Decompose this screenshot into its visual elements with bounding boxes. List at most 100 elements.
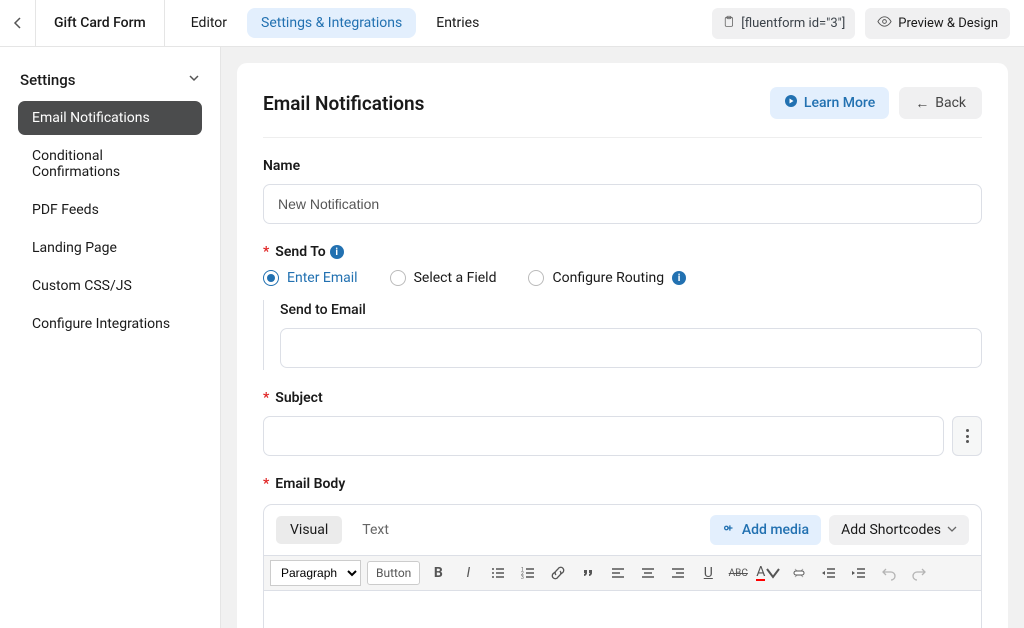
send-to-label: * Send To i	[263, 244, 982, 260]
bold-icon[interactable]: B	[426, 561, 450, 585]
editor-tabs-row: Visual Text Add media Add Shortcodes	[264, 505, 981, 555]
learn-more-button[interactable]: Learn More	[770, 87, 889, 119]
radio-label: Enter Email	[287, 270, 358, 286]
redo-icon[interactable]	[907, 561, 931, 585]
preview-button[interactable]: Preview & Design	[865, 8, 1010, 39]
field-email-body: * Email Body Visual Text Add media	[263, 476, 982, 628]
link-icon[interactable]	[546, 561, 570, 585]
editor-tab-visual[interactable]: Visual	[276, 516, 342, 544]
radio-select-field[interactable]: Select a Field	[390, 270, 497, 286]
sidebar-item-custom-css[interactable]: Custom CSS/JS	[18, 269, 202, 303]
name-label: Name	[263, 158, 982, 174]
italic-icon[interactable]: I	[456, 561, 480, 585]
add-media-label: Add media	[742, 522, 809, 538]
shortcode-btn[interactable]: [fluentform id="3"]	[712, 8, 855, 39]
name-input[interactable]	[263, 184, 982, 224]
eye-icon	[877, 14, 892, 33]
preview-label: Preview & Design	[898, 16, 998, 31]
header-actions: [fluentform id="3"] Preview & Design	[712, 8, 1010, 39]
field-send-to: * Send To i Enter Email Select a Field	[263, 244, 982, 370]
underline-icon[interactable]: U	[696, 561, 720, 585]
field-subject: * Subject	[263, 390, 982, 456]
editor-content-area[interactable]	[264, 591, 981, 628]
form-title: Gift Card Form	[36, 0, 165, 46]
radio-label: Select a Field	[414, 270, 497, 286]
back-button[interactable]: ← Back	[899, 87, 982, 119]
sidebar-item-configure-integrations[interactable]: Configure Integrations	[18, 307, 202, 341]
undo-icon[interactable]	[877, 561, 901, 585]
svg-text:3: 3	[521, 575, 524, 581]
learn-more-label: Learn More	[804, 95, 875, 111]
send-to-email-input[interactable]	[280, 328, 982, 368]
add-media-button[interactable]: Add media	[710, 515, 821, 545]
subject-label: * Subject	[263, 390, 982, 406]
add-shortcodes-button[interactable]: Add Shortcodes	[829, 515, 969, 545]
header-tabs: Editor Settings & Integrations Entries	[177, 8, 494, 38]
required-marker: *	[263, 390, 269, 406]
subject-row	[263, 416, 982, 456]
top-header: Gift Card Form Editor Settings & Integra…	[0, 0, 1024, 47]
number-list-icon[interactable]: 123	[516, 561, 540, 585]
shortcode-text: [fluentform id="3"]	[741, 16, 845, 31]
settings-sidebar: Settings Email Notifications Conditional…	[0, 47, 221, 628]
required-marker: *	[263, 476, 269, 492]
media-icon	[722, 521, 736, 539]
settings-card: Email Notifications Learn More ← Back	[237, 63, 1008, 628]
editor-top-actions: Add media Add Shortcodes	[710, 515, 969, 545]
vertical-dots-icon	[966, 429, 969, 443]
format-select[interactable]: Paragraph	[270, 560, 361, 586]
back-icon[interactable]	[0, 0, 36, 46]
send-to-email-label: Send to Email	[280, 302, 982, 318]
sidebar-heading-label: Settings	[20, 71, 76, 89]
sidebar-item-pdf-feeds[interactable]: PDF Feeds	[18, 193, 202, 227]
align-right-icon[interactable]	[666, 561, 690, 585]
body-label: * Email Body	[263, 476, 982, 492]
info-icon[interactable]: i	[672, 271, 686, 285]
back-label: Back	[935, 95, 966, 111]
chevron-down-icon	[188, 72, 200, 88]
toolbar-button-btn[interactable]: Button	[367, 561, 420, 585]
card-actions: Learn More ← Back	[770, 87, 982, 119]
radio-icon	[390, 270, 406, 286]
indent-icon[interactable]	[847, 561, 871, 585]
sidebar-item-email-notifications[interactable]: Email Notifications	[18, 101, 202, 135]
bullet-list-icon[interactable]	[486, 561, 510, 585]
main-content: Email Notifications Learn More ← Back	[221, 47, 1024, 628]
text-color-icon[interactable]: A	[756, 561, 781, 585]
clear-format-icon[interactable]	[787, 561, 811, 585]
send-to-radio-group: Enter Email Select a Field Configure Rou…	[263, 270, 982, 286]
rich-text-editor: Visual Text Add media Add Shortcodes	[263, 504, 982, 628]
radio-configure-routing[interactable]: Configure Routing i	[528, 270, 686, 286]
sidebar-item-conditional-confirmations[interactable]: Conditional Confirmations	[18, 139, 202, 189]
quote-icon[interactable]	[576, 561, 600, 585]
strikethrough-icon[interactable]: ABC	[726, 561, 750, 585]
subject-options-button[interactable]	[952, 416, 982, 456]
send-to-email-subbox: Send to Email	[263, 300, 982, 370]
editor-tab-text[interactable]: Text	[348, 516, 403, 544]
sidebar-item-landing-page[interactable]: Landing Page	[18, 231, 202, 265]
radio-icon	[528, 270, 544, 286]
page-title: Email Notifications	[263, 92, 424, 115]
outdent-icon[interactable]	[817, 561, 841, 585]
subject-input[interactable]	[263, 416, 944, 456]
info-icon[interactable]: i	[330, 245, 344, 259]
add-shortcodes-label: Add Shortcodes	[841, 522, 941, 538]
align-center-icon[interactable]	[636, 561, 660, 585]
clipboard-icon	[722, 15, 735, 32]
send-to-label-text: Send To	[275, 244, 325, 260]
tab-settings[interactable]: Settings & Integrations	[247, 8, 416, 38]
chevron-down-icon	[947, 522, 957, 538]
body-label-text: Email Body	[275, 476, 345, 492]
radio-enter-email[interactable]: Enter Email	[263, 270, 358, 286]
arrow-left-icon: ←	[915, 95, 929, 112]
field-name: Name	[263, 158, 982, 224]
subject-label-text: Subject	[275, 390, 322, 406]
tab-entries[interactable]: Entries	[422, 8, 493, 38]
editor-toolbar: Paragraph Button B I 123 U ABC	[264, 555, 981, 591]
tab-editor[interactable]: Editor	[177, 8, 241, 38]
required-marker: *	[263, 244, 269, 260]
align-left-icon[interactable]	[606, 561, 630, 585]
radio-icon	[263, 270, 279, 286]
radio-label: Configure Routing	[552, 270, 664, 286]
sidebar-heading[interactable]: Settings	[0, 59, 220, 101]
